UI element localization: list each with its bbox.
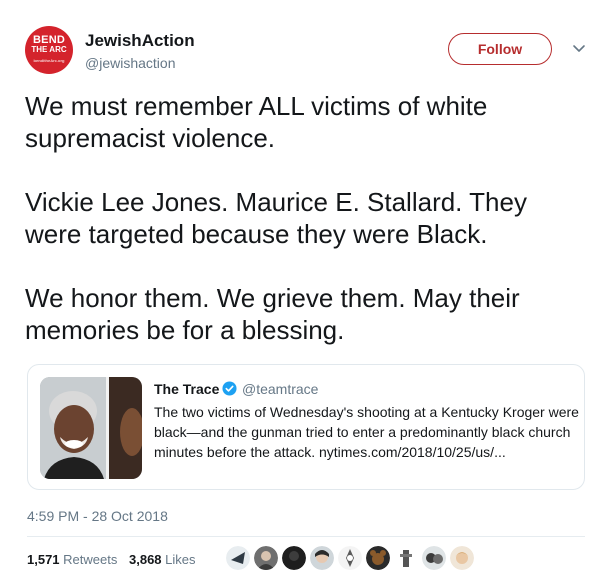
quoted-author-handle[interactable]: @teamtrace [242, 381, 318, 397]
chevron-down-icon[interactable] [571, 40, 587, 56]
liker-avatar[interactable] [394, 546, 418, 570]
liker-avatar[interactable] [422, 546, 446, 570]
liker-avatars [226, 546, 478, 570]
likes-stat[interactable]: 3,868 Likes [129, 552, 196, 567]
likes-count: 3,868 [129, 552, 162, 567]
divider [27, 536, 585, 537]
likes-label: Likes [165, 552, 196, 567]
liker-avatar[interactable] [226, 546, 250, 570]
author-name[interactable]: JewishAction [85, 31, 195, 51]
tweet-header: BEND THE ARC benditheArc.org JewishActio… [25, 26, 595, 78]
tweet-stats: 1,571 Retweets 3,868 Likes [27, 552, 204, 567]
liker-avatar[interactable] [366, 546, 390, 570]
quoted-tweet-image [40, 377, 142, 479]
retweets-count: 1,571 [27, 552, 60, 567]
follow-button[interactable]: Follow [448, 33, 552, 65]
liker-avatar[interactable] [282, 546, 306, 570]
liker-avatar[interactable] [450, 546, 474, 570]
quoted-author-name[interactable]: The Trace [154, 381, 219, 397]
author-handle[interactable]: @jewishaction [85, 55, 175, 71]
avatar[interactable]: BEND THE ARC benditheArc.org [25, 26, 73, 74]
liker-avatar[interactable] [338, 546, 362, 570]
retweets-label: Retweets [63, 552, 118, 567]
tweet-text: We must remember ALL victims of white su… [25, 91, 527, 345]
avatar-logo-line2: THE ARC [31, 45, 67, 54]
avatar-logo-line3: benditheArc.org [33, 58, 65, 63]
verified-badge-icon [222, 381, 237, 396]
liker-avatar[interactable] [310, 546, 334, 570]
quoted-tweet-text: The two victims of Wednesday's shooting … [154, 404, 579, 460]
retweets-stat[interactable]: 1,571 Retweets [27, 552, 117, 567]
quoted-tweet[interactable]: The Trace @teamtrace The two victims of … [27, 364, 585, 490]
tweet-timestamp[interactable]: 4:59 PM - 28 Oct 2018 [27, 508, 168, 524]
liker-avatar[interactable] [254, 546, 278, 570]
